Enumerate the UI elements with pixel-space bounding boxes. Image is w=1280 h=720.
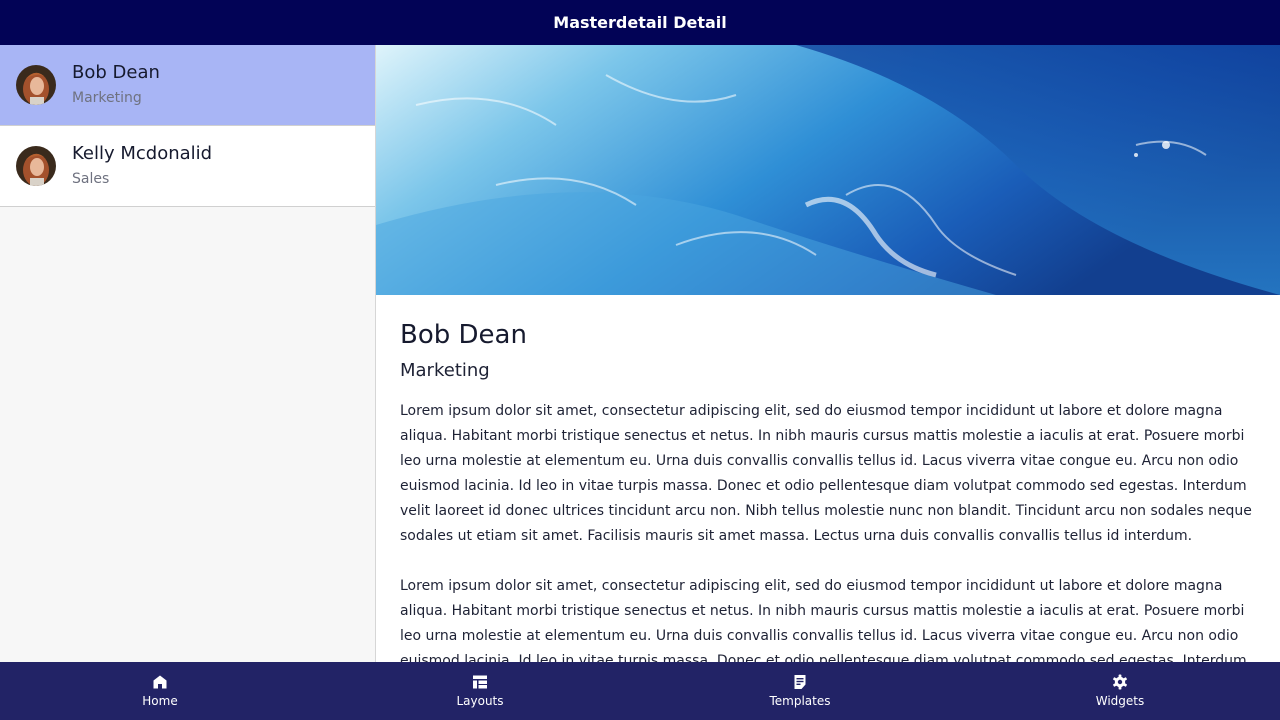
list-item-department: Sales — [72, 171, 110, 187]
page-title: Masterdetail Detail — [553, 13, 727, 32]
tab-home[interactable]: Home — [0, 662, 320, 720]
list-item-kelly-mcdonalid[interactable]: Kelly Mcdonalid Sales — [0, 126, 375, 207]
gear-icon — [1113, 674, 1127, 690]
tab-label: Widgets — [1095, 694, 1145, 708]
master-list: Bob Dean Marketing Kelly Mcdonalid Sales — [0, 45, 376, 662]
tab-label: Home — [142, 694, 178, 708]
list-item-name: Bob Dean — [72, 62, 160, 83]
hero-image — [376, 45, 1280, 295]
detail-department: Marketing — [400, 360, 490, 381]
tab-label: Layouts — [456, 694, 504, 708]
bottom-navigation: Home Layouts Templates Widgets — [0, 662, 1280, 720]
list-item-name: Kelly Mcdonalid — [72, 143, 213, 164]
detail-name: Bob Dean — [400, 320, 527, 350]
tab-layouts[interactable]: Layouts — [320, 662, 640, 720]
tab-templates[interactable]: Templates — [640, 662, 960, 720]
detail-paragraph: Lorem ipsum dolor sit amet, consectetur … — [400, 578, 1247, 662]
list-item-department: Marketing — [72, 90, 142, 106]
detail-paragraph: Lorem ipsum dolor sit amet, consectetur … — [400, 403, 1252, 544]
tab-widgets[interactable]: Widgets — [960, 662, 1280, 720]
tab-label: Templates — [769, 694, 831, 708]
list-item-bob-dean[interactable]: Bob Dean Marketing — [0, 45, 375, 126]
top-app-bar: Masterdetail Detail — [0, 0, 1280, 45]
avatar — [16, 65, 56, 105]
avatar — [16, 146, 56, 186]
templates-icon — [794, 675, 806, 689]
detail-pane: Bob Dean Marketing Lorem ipsum dolor sit… — [376, 45, 1280, 662]
home-icon — [153, 675, 167, 689]
layouts-icon — [473, 675, 487, 689]
